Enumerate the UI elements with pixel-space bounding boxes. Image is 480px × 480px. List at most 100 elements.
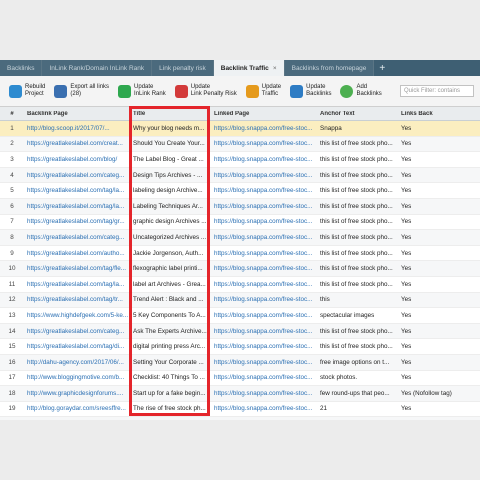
button-label: Update Link Penalty Risk [190,84,237,97]
button-label: Update Traffic [261,84,282,97]
cell-linked-page[interactable]: https://blog.snappa.com/free-stoc... [211,218,317,225]
update-inlink-rank-button[interactable]: Update InLink Rank [118,84,166,98]
table-row[interactable]: 14 https://greatlakeslabel.com/categ... As… [0,323,480,340]
table-row[interactable]: 13 https://www.highdefgeek.com/5-ke... 5 K… [0,308,480,324]
cell-linked-page[interactable]: https://blog.snappa.com/free-stoc... [211,125,317,132]
column-header-backlink-page[interactable]: Backlink Page [24,111,130,117]
cell-linked-page[interactable]: https://blog.snappa.com/free-stoc... [211,343,317,350]
tab-backlinks-from-homepage[interactable]: Backlinks from homepage [284,60,375,76]
column-header-linked-page[interactable]: Linked Page [211,111,317,117]
cell-title: The Label Blog - Great ... [133,155,204,163]
cell-linked-page[interactable]: https://blog.snappa.com/free-stoc... [211,281,317,288]
cell-num: 12 [8,296,16,304]
cell-backlink-page[interactable]: https://greatlakeslabel.com/creat... [24,140,130,147]
table-row[interactable]: 7 https://greatlakeslabel.com/tag/gr... gr… [0,215,480,231]
cell-num: 4 [10,171,14,179]
cell-linked-page[interactable]: https://blog.snappa.com/free-stoc... [211,359,317,366]
cell-backlink-page[interactable]: https://greatlakeslabel.com/blog/ [24,156,130,163]
table-row[interactable]: 18 http://www.graphicdesignforums.... Star… [0,386,480,402]
cell-backlink-page[interactable]: http://dahu-agency.com/2017/06/... [24,359,130,366]
cell-linked-page[interactable]: https://blog.snappa.com/free-stoc... [211,234,317,241]
cell-backlink-page[interactable]: https://greatlakeslabel.com/tag/tr... [24,296,130,303]
table-row[interactable]: 5 https://greatlakeslabel.com/tag/la... la… [0,183,480,199]
close-icon[interactable]: × [273,65,277,72]
cell-links-back: Yes (Nofollow tag) [401,389,452,397]
table-row[interactable]: 11 https://greatlakeslabel.com/tag/la... l… [0,277,480,293]
cell-title: Checklist: 40 Things To ... [133,374,205,382]
update-link-penalty-risk-button[interactable]: Update Link Penalty Risk [174,84,237,98]
cell-anchor-text: this list of free stock pho... [320,218,393,226]
cell-backlink-page[interactable]: https://greatlakeslabel.com/tag/la... [24,187,130,194]
export-links-button[interactable]: Export all links (28) [54,84,109,98]
cell-num: 19 [8,405,16,413]
table-row[interactable]: 16 http://dahu-agency.com/2017/06/... Sett… [0,354,480,371]
cell-backlink-page[interactable]: https://greatlakeslabel.com/tag/gr... [24,218,130,225]
add-backlinks-button[interactable]: Add Backlinks [340,84,382,98]
table-row[interactable]: 8 https://greatlakeslabel.com/categ... Unc… [0,230,480,246]
cell-backlink-page[interactable]: https://greatlakeslabel.com/categ... [24,328,130,335]
table-row[interactable]: 1 http://blog.scoop.it/2017/07/... Why you… [0,121,480,137]
table-row[interactable]: 10 https://greatlakeslabel.com/tag/fle...… [0,261,480,277]
cell-linked-page[interactable]: https://blog.snappa.com/free-stoc... [211,374,317,381]
tab-backlinks[interactable]: Backlinks [0,60,43,76]
cell-anchor-text: stock photos. [320,374,358,382]
cell-anchor-text: this list of free stock pho... [320,187,393,195]
cell-num: 16 [8,358,16,366]
rebuild-project-button[interactable]: Rebuild Project [9,84,45,98]
cell-backlink-page[interactable]: https://greatlakeslabel.com/categ... [24,172,130,179]
tab-backlink-traffic[interactable]: Backlink Traffic × [213,60,285,76]
table-row[interactable]: 20http://smallbusinessbrief.com/for...Im… [0,417,480,420]
cell-backlink-page[interactable]: https://greatlakeslabel.com/autho... [24,250,130,257]
cell-linked-page[interactable]: https://blog.snappa.com/free-stoc... [211,172,317,179]
cell-num: 13 [8,311,16,319]
tab-link-penalty-risk[interactable]: Link penalty risk [152,60,214,76]
update-inlink-rank-icon [118,84,132,98]
cell-linked-page[interactable]: https://blog.snappa.com/free-stoc... [211,405,317,412]
cell-num: 15 [8,343,16,351]
cell-backlink-page[interactable]: https://greatlakeslabel.com/tag/di... [24,343,130,350]
cell-linked-page[interactable]: https://blog.snappa.com/free-stoc... [211,328,317,335]
cell-linked-page[interactable]: https://blog.snappa.com/free-stoc... [211,390,317,397]
tab-label: InLink Rank/Domain InLink Rank [49,64,145,72]
table-row[interactable]: 19 http://blog.goraydar.com/sreesffre... T… [0,402,480,418]
column-header-title[interactable]: Title [130,111,211,117]
table-row[interactable]: 4 https://greatlakeslabel.com/categ... Des… [0,167,480,184]
cell-num: 17 [8,374,16,382]
tab-label: Backlinks from homepage [291,64,367,72]
cell-linked-page[interactable]: https://blog.snappa.com/free-stoc... [211,140,317,147]
table-row[interactable]: 12 https://greatlakeslabel.com/tag/tr... T… [0,292,480,309]
column-header-links-back[interactable]: Links Back [398,111,480,117]
tab-inlink-rank[interactable]: InLink Rank/Domain InLink Rank [42,60,153,76]
cell-linked-page[interactable]: https://blog.snappa.com/free-stoc... [211,296,317,303]
cell-linked-page[interactable]: https://blog.snappa.com/free-stoc... [211,250,317,257]
cell-title: Should You Create Your... [133,140,205,148]
cell-linked-page[interactable]: https://blog.snappa.com/free-stoc... [211,187,317,194]
table-row[interactable]: 6 https://greatlakeslabel.com/tag/la... La… [0,198,480,215]
column-header-anchor-text[interactable]: Anchor Text [317,111,398,117]
cell-backlink-page[interactable]: https://greatlakeslabel.com/tag/fle... [24,265,130,272]
update-backlinks-button[interactable]: Update Backlinks [290,84,331,98]
cell-linked-page[interactable]: https://blog.snappa.com/free-stoc... [211,156,317,163]
add-tab-icon[interactable]: + [374,60,390,76]
table-row[interactable]: 2 https://greatlakeslabel.com/creat... Sho… [0,136,480,153]
cell-backlink-page[interactable]: http://blog.scoop.it/2017/07/... [24,125,130,132]
cell-linked-page[interactable]: https://blog.snappa.com/free-stoc... [211,265,317,272]
cell-backlink-page[interactable]: https://www.highdefgeek.com/5-ke... [24,312,130,319]
table-row[interactable]: 15 https://greatlakeslabel.com/tag/di... d… [0,339,480,355]
cell-backlink-page[interactable]: https://greatlakeslabel.com/tag/la... [24,281,130,288]
table-row[interactable]: 9 https://greatlakeslabel.com/autho... Jac… [0,246,480,262]
update-traffic-button[interactable]: Update Traffic [245,84,282,98]
add-backlinks-icon [340,84,354,98]
cell-num: 7 [10,218,14,226]
quick-filter-input[interactable]: Quick Filter: contains [400,85,474,97]
table-row[interactable]: 3 https://greatlakeslabel.com/blog/The La… [0,152,480,168]
cell-backlink-page[interactable]: http://www.bloggingmotive.com/b... [24,374,130,381]
cell-linked-page[interactable]: https://blog.snappa.com/free-stoc... [211,203,317,210]
table-row[interactable]: 17 http://www.bloggingmotive.com/b... Chec… [0,371,480,387]
column-header-num[interactable]: # [0,111,24,117]
cell-linked-page[interactable]: https://blog.snappa.com/free-stoc... [211,312,317,319]
cell-backlink-page[interactable]: http://blog.goraydar.com/sreesffre... [24,405,130,412]
cell-backlink-page[interactable]: https://greatlakeslabel.com/categ... [24,234,130,241]
cell-backlink-page[interactable]: https://greatlakeslabel.com/tag/la... [24,203,130,210]
cell-backlink-page[interactable]: http://www.graphicdesignforums.... [24,390,130,397]
